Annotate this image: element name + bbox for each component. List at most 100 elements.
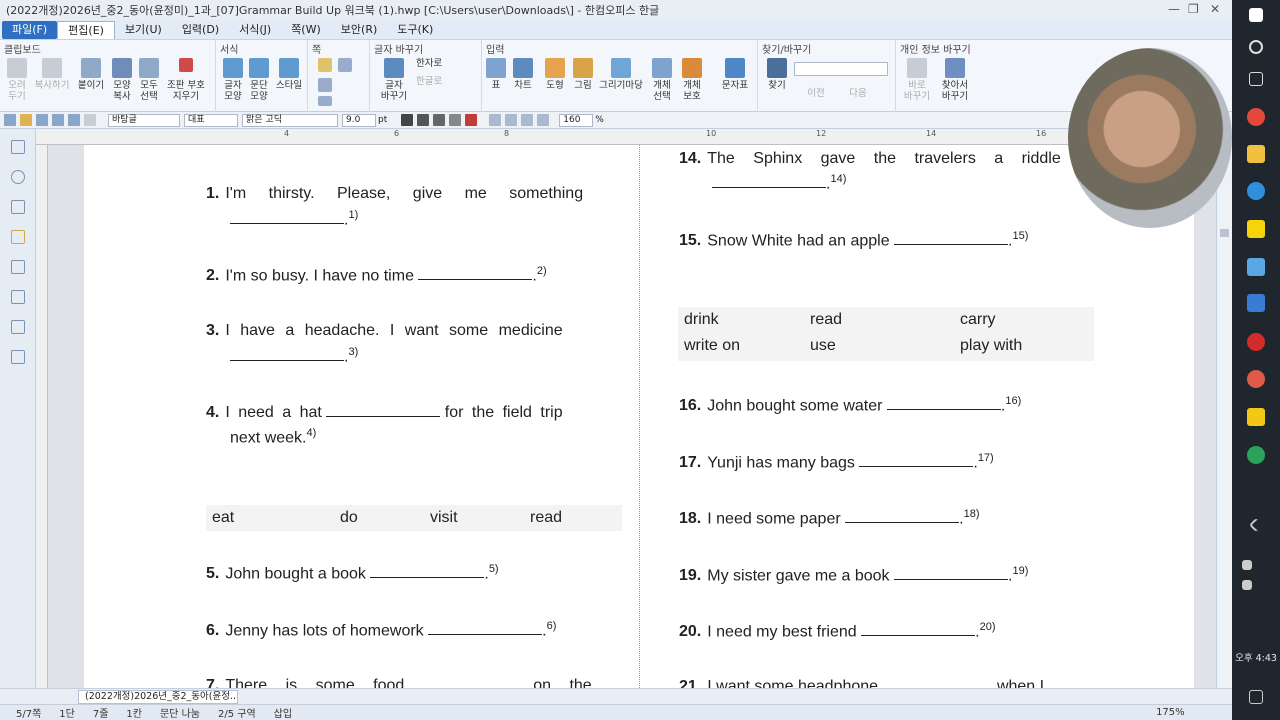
answer-blank[interactable]	[370, 564, 485, 579]
answer-blank[interactable]	[230, 347, 344, 362]
page-icon[interactable]	[10, 260, 25, 274]
language-select[interactable]: 대표	[184, 113, 238, 127]
kakaotalk-icon[interactable]	[1247, 220, 1265, 238]
answer-blank[interactable]	[230, 210, 344, 225]
text-style-icon[interactable]	[10, 350, 25, 364]
underline-icon[interactable]	[433, 114, 446, 126]
image-icon[interactable]	[10, 320, 25, 334]
align-left-icon[interactable]	[505, 114, 518, 126]
menu-format[interactable]: 서식(J)	[229, 21, 281, 39]
volume-icon[interactable]	[1242, 580, 1252, 590]
open-folder-icon[interactable]	[20, 114, 32, 126]
answer-blank[interactable]	[845, 509, 960, 524]
taskbar-clock[interactable]: 오후 4:43	[1232, 650, 1280, 664]
status-page[interactable]: 5/7쪽	[16, 705, 41, 720]
para-shape-button[interactable]: 문단 모양	[246, 58, 272, 102]
menu-view[interactable]: 보기(U)	[115, 21, 172, 39]
font-size-input[interactable]: 9.0	[342, 113, 376, 127]
align-right-icon[interactable]	[537, 114, 550, 126]
page-margin-button[interactable]	[336, 58, 354, 74]
format-copy-button[interactable]: 모양 복사	[108, 58, 136, 102]
answer-blank[interactable]	[861, 622, 976, 637]
undo-icon[interactable]	[68, 114, 80, 126]
vertical-ruler[interactable]	[36, 145, 48, 688]
outline-icon[interactable]	[10, 290, 25, 304]
object-protect-button[interactable]: 개체 보호	[678, 58, 706, 102]
answer-blank[interactable]	[883, 677, 993, 688]
answer-blank[interactable]	[894, 566, 1008, 581]
redo-icon[interactable]	[84, 114, 96, 126]
menu-file[interactable]: 파일(F)	[2, 20, 58, 39]
glyph-change-button[interactable]: 글자 바꾸기	[374, 58, 414, 102]
notification-icon[interactable]	[1249, 690, 1263, 704]
hanja-button[interactable]: 한자로	[416, 58, 476, 69]
answer-blank[interactable]	[712, 174, 826, 189]
align-center-icon[interactable]	[521, 114, 534, 126]
align-justify-icon[interactable]	[489, 114, 502, 126]
find-prev-button[interactable]: 이전	[796, 88, 836, 99]
answer-blank[interactable]	[409, 676, 529, 688]
new-doc-icon[interactable]	[4, 114, 16, 126]
object-select-button[interactable]: 개체 선택	[648, 58, 676, 102]
symbol-button[interactable]: 문자표	[718, 58, 752, 91]
select-all-button[interactable]: 모두 선택	[136, 58, 162, 102]
italic-icon[interactable]	[417, 114, 430, 126]
bold-icon[interactable]	[401, 114, 414, 126]
answer-blank[interactable]	[418, 266, 533, 281]
page-layout-button[interactable]	[316, 58, 334, 74]
edge-icon[interactable]	[1247, 182, 1265, 200]
save-icon[interactable]	[36, 114, 48, 126]
windows-start-icon[interactable]	[1249, 8, 1263, 22]
menu-edit[interactable]: 편집(E)	[57, 20, 115, 39]
minimize-icon[interactable]: —	[1168, 2, 1180, 16]
copy-button[interactable]: 복사하기	[32, 58, 72, 91]
chrome-profile-icon[interactable]	[1247, 446, 1265, 464]
answer-blank[interactable]	[326, 403, 441, 417]
answer-blank[interactable]	[886, 396, 1001, 411]
close-icon[interactable]: ✕	[1210, 2, 1220, 16]
find-next-button[interactable]: 다음	[838, 88, 878, 99]
paint-icon[interactable]	[1247, 370, 1265, 388]
document-tab[interactable]: (2022개정)2026년_중2_동아(윤정...	[78, 690, 238, 704]
vertical-scrollbar[interactable]	[1216, 129, 1232, 688]
font-select[interactable]: 맑은 고딕	[242, 113, 338, 127]
print-icon[interactable]	[52, 114, 64, 126]
hwp-icon[interactable]	[1247, 294, 1265, 312]
drawing-market-button[interactable]: 그리기마당	[598, 58, 644, 91]
shape-button[interactable]: 도형	[542, 58, 568, 91]
column-button[interactable]	[316, 78, 334, 94]
menu-page[interactable]: 쪽(W)	[281, 21, 331, 39]
status-zoom[interactable]: 175%	[1156, 707, 1185, 718]
font-color-icon[interactable]	[465, 114, 478, 126]
now-change-button[interactable]: 바로 바꾸기	[900, 58, 934, 102]
answer-blank[interactable]	[894, 231, 1009, 246]
menu-insert[interactable]: 입력(D)	[172, 21, 229, 39]
answer-blank[interactable]	[859, 453, 974, 468]
chevron-left-icon[interactable]	[1248, 517, 1264, 533]
style-button[interactable]: 스타일	[272, 58, 306, 91]
sidebar-doc-icon[interactable]	[10, 140, 25, 154]
file-explorer-icon[interactable]	[1247, 145, 1265, 163]
lightning-icon[interactable]	[10, 230, 25, 244]
menu-tools[interactable]: 도구(K)	[387, 21, 443, 39]
paste-button[interactable]: 붙이기	[76, 58, 106, 91]
document-page[interactable]: 1. I'm thirsty. Please, give me something…	[84, 145, 1194, 688]
scroll-thumb[interactable]	[1220, 229, 1229, 237]
answer-blank[interactable]	[428, 621, 543, 636]
horizontal-ruler[interactable]: 4 6 8 10 12 14 16	[36, 129, 1216, 145]
chrome-icon[interactable]	[1247, 108, 1265, 126]
page-border-button[interactable]	[316, 96, 334, 108]
find-button[interactable]: 찾기	[762, 58, 792, 91]
char-shape-button[interactable]: 글자 모양	[220, 58, 246, 102]
search-icon[interactable]	[1249, 40, 1263, 54]
app-icon[interactable]	[1247, 258, 1265, 276]
record-icon[interactable]	[1247, 333, 1265, 351]
task-view-icon[interactable]	[1249, 72, 1263, 86]
style-select[interactable]: 바탕글	[108, 113, 180, 127]
restore-icon[interactable]: ❐	[1188, 2, 1199, 16]
status-mode[interactable]: 삽입	[274, 705, 292, 720]
line-spacing-input[interactable]: 160	[559, 113, 594, 127]
chart-button[interactable]: 차트	[510, 58, 536, 91]
sticky-notes-icon[interactable]	[1247, 408, 1265, 426]
strike-icon[interactable]	[449, 114, 462, 126]
